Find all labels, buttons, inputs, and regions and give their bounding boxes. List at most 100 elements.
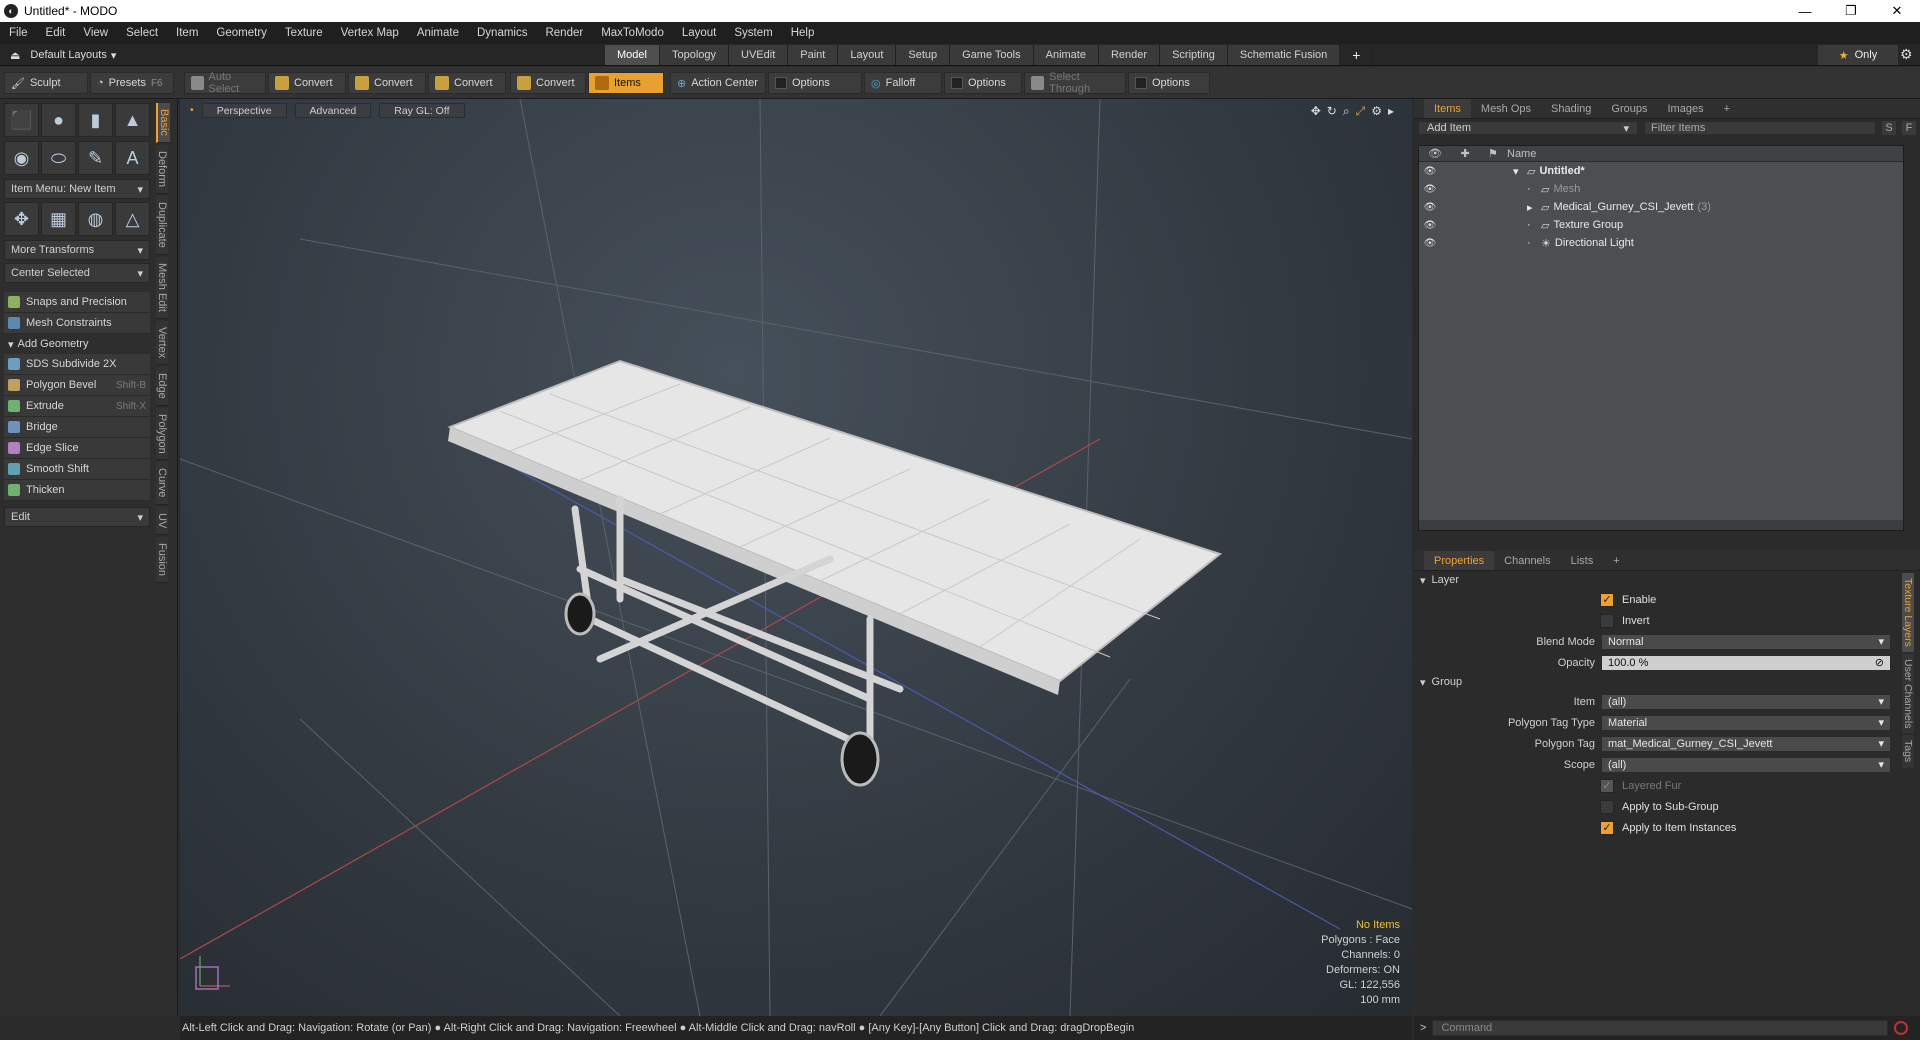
menu-maxtomodo[interactable]: MaxToModo <box>592 22 673 44</box>
expand-triangle-icon[interactable]: ▾ <box>1513 165 1523 178</box>
polygon-tag-type-dropdown[interactable]: Material ▾ <box>1601 714 1891 731</box>
convert-polygons-button[interactable]: Convert <box>428 72 506 94</box>
invert-checkbox-row[interactable]: Invert <box>1414 610 1920 631</box>
filter-items-input[interactable]: Filter Items <box>1644 121 1876 135</box>
vtab-mesh-edit[interactable]: Mesh Edit <box>156 256 168 319</box>
menu-edit[interactable]: Edit <box>37 22 75 44</box>
tab-shading[interactable]: Shading <box>1541 99 1601 118</box>
sculpt-button[interactable]: 🖌 Sculpt <box>4 72 88 94</box>
pan-icon[interactable]: ✥ <box>1311 104 1321 119</box>
tree-row[interactable]: 👁 ▸ ▱ Medical_Gurney_CSI_Jevett (3) <box>1419 198 1903 216</box>
add-tab-icon[interactable]: + <box>1714 99 1740 118</box>
rotate-icon[interactable]: ↻ <box>1327 104 1337 119</box>
tab-groups[interactable]: Groups <box>1601 99 1657 118</box>
more-transforms-dropdown[interactable]: More Transforms ▾ <box>4 240 150 260</box>
tab-properties[interactable]: Properties <box>1424 551 1495 570</box>
pyramid-icon[interactable]: △ <box>115 202 150 236</box>
layered-fur-row[interactable]: ✓ Layered Fur <box>1414 775 1920 796</box>
tab-uvedit[interactable]: UVEdit <box>729 45 789 65</box>
cylinder-icon[interactable]: ▮ <box>78 103 113 137</box>
f-button[interactable]: F <box>1902 121 1916 135</box>
sphere-icon[interactable]: ● <box>41 103 76 137</box>
falloff-button[interactable]: ◎ Falloff <box>864 72 942 94</box>
convert-items-button[interactable]: Convert <box>510 72 586 94</box>
tab-images[interactable]: Images <box>1658 99 1714 118</box>
3d-viewport[interactable]: • Perspective Advanced Ray GL: Off ✥ ↻ ⌕ ⤢ … <box>180 99 1412 1016</box>
vtab-deform[interactable]: Deform <box>156 144 168 194</box>
menu-help[interactable]: Help <box>782 22 824 44</box>
add-tab-icon[interactable]: + <box>1340 45 1374 65</box>
invert-checkbox[interactable] <box>1600 613 1614 628</box>
s-button[interactable]: S <box>1882 121 1896 135</box>
vtab-fusion[interactable]: Fusion <box>156 537 168 584</box>
tool-thicken[interactable]: Thicken <box>4 480 150 501</box>
eye-icon[interactable]: 👁 <box>1419 166 1441 177</box>
tab-channels[interactable]: Channels <box>1494 551 1560 570</box>
record-icon[interactable] <box>1894 1021 1909 1035</box>
convert-vertices-button[interactable]: Convert <box>268 72 346 94</box>
tool-sds-subdivide-2x[interactable]: SDS Subdivide 2X <box>4 354 150 375</box>
tab-topology[interactable]: Topology <box>659 45 730 65</box>
vtab-tags[interactable]: Tags <box>1902 735 1914 768</box>
only-button[interactable]: ★ Only <box>1818 45 1898 65</box>
menu-layout[interactable]: Layout <box>673 22 726 44</box>
gear-icon[interactable]: ⚙ <box>1900 46 1913 63</box>
eye-icon[interactable]: 👁 <box>1419 238 1441 249</box>
tool-smooth-shift[interactable]: Smooth Shift <box>4 459 150 480</box>
menu-vertex-map[interactable]: Vertex Map <box>332 22 408 44</box>
item-dropdown[interactable]: (all) ▾ <box>1601 693 1891 710</box>
command-input[interactable]: Command <box>1432 1020 1889 1036</box>
default-layouts-dropdown[interactable]: ⏏ Default Layouts ▾ <box>10 44 116 66</box>
add-tab-icon[interactable]: + <box>1603 551 1629 570</box>
vtab-edge[interactable]: Edge <box>156 366 168 406</box>
vtab-user-channels[interactable]: User Channels <box>1902 653 1914 734</box>
menu-select[interactable]: Select <box>117 22 167 44</box>
viewport-advanced[interactable]: Advanced <box>294 103 372 118</box>
menu-render[interactable]: Render <box>536 22 592 44</box>
center-selected-dropdown[interactable]: Center Selected ▾ <box>4 263 150 283</box>
eye-icon[interactable]: 👁 <box>1419 184 1441 195</box>
tool-bridge[interactable]: Bridge <box>4 417 150 438</box>
tool-extrude[interactable]: Extrude Shift-X <box>4 396 150 417</box>
vtab-curve[interactable]: Curve <box>156 462 168 505</box>
apply-instances-row[interactable]: ✓ Apply to Item Instances <box>1414 817 1920 838</box>
select-options[interactable]: Options <box>1128 72 1210 94</box>
add-geometry-header[interactable]: ▾ Add Geometry <box>4 334 150 354</box>
action-center-options[interactable]: Options <box>768 72 862 94</box>
vtab-polygon[interactable]: Polygon <box>156 407 168 461</box>
cone-icon[interactable]: ▲ <box>115 103 150 137</box>
vtab-uv[interactable]: UV <box>156 506 168 536</box>
tool-edge-slice[interactable]: Edge Slice <box>4 438 150 459</box>
tree-row[interactable]: 👁 · ▱ Texture Group <box>1419 216 1903 234</box>
tab-mesh-ops[interactable]: Mesh Ops <box>1471 99 1541 118</box>
items-mode-button[interactable]: Items <box>588 72 664 94</box>
text-icon[interactable]: A <box>115 141 150 175</box>
minimize-button[interactable]: — <box>1782 0 1828 22</box>
tab-game-tools[interactable]: Game Tools <box>950 45 1034 65</box>
tab-items[interactable]: Items <box>1424 99 1471 118</box>
presets-button[interactable]: ◔ Presets F6 <box>90 72 174 94</box>
tab-model[interactable]: Model <box>605 45 660 65</box>
action-center-button[interactable]: ⊕ Action Center <box>670 72 766 94</box>
blend-mode-dropdown[interactable]: Normal ▾ <box>1601 633 1891 650</box>
zoom-icon[interactable]: ⌕ <box>1343 104 1350 119</box>
eye-icon[interactable]: 👁 <box>1419 220 1441 231</box>
tab-schematic-fusion[interactable]: Schematic Fusion <box>1227 45 1341 65</box>
fit-icon[interactable]: ⤢ <box>1356 104 1366 119</box>
eye-icon[interactable]: 👁 <box>1419 202 1441 213</box>
opacity-field[interactable]: 100.0 % ⊘ <box>1601 654 1891 671</box>
tab-setup[interactable]: Setup <box>896 45 951 65</box>
tab-scripting[interactable]: Scripting <box>1160 45 1228 65</box>
torus-icon[interactable]: ◉ <box>4 141 39 175</box>
enable-checkbox-row[interactable]: ✓ Enable <box>1414 589 1920 610</box>
reset-icon[interactable]: ⊘ <box>1875 656 1884 669</box>
tree-row[interactable]: 👁 · ▱ Mesh <box>1419 180 1903 198</box>
globe-icon[interactable]: ◍ <box>78 202 113 236</box>
expand-triangle-icon[interactable]: · <box>1527 183 1537 195</box>
close-button[interactable]: ✕ <box>1874 0 1920 22</box>
viewport-gear-icon[interactable]: ⚙ <box>1371 104 1382 119</box>
cube-icon[interactable]: ⬛ <box>4 103 39 137</box>
checkmark-icon[interactable]: ✓ <box>1600 820 1614 835</box>
menu-system[interactable]: System <box>725 22 781 44</box>
item-menu-dropdown[interactable]: Item Menu: New Item ▾ <box>4 179 150 199</box>
